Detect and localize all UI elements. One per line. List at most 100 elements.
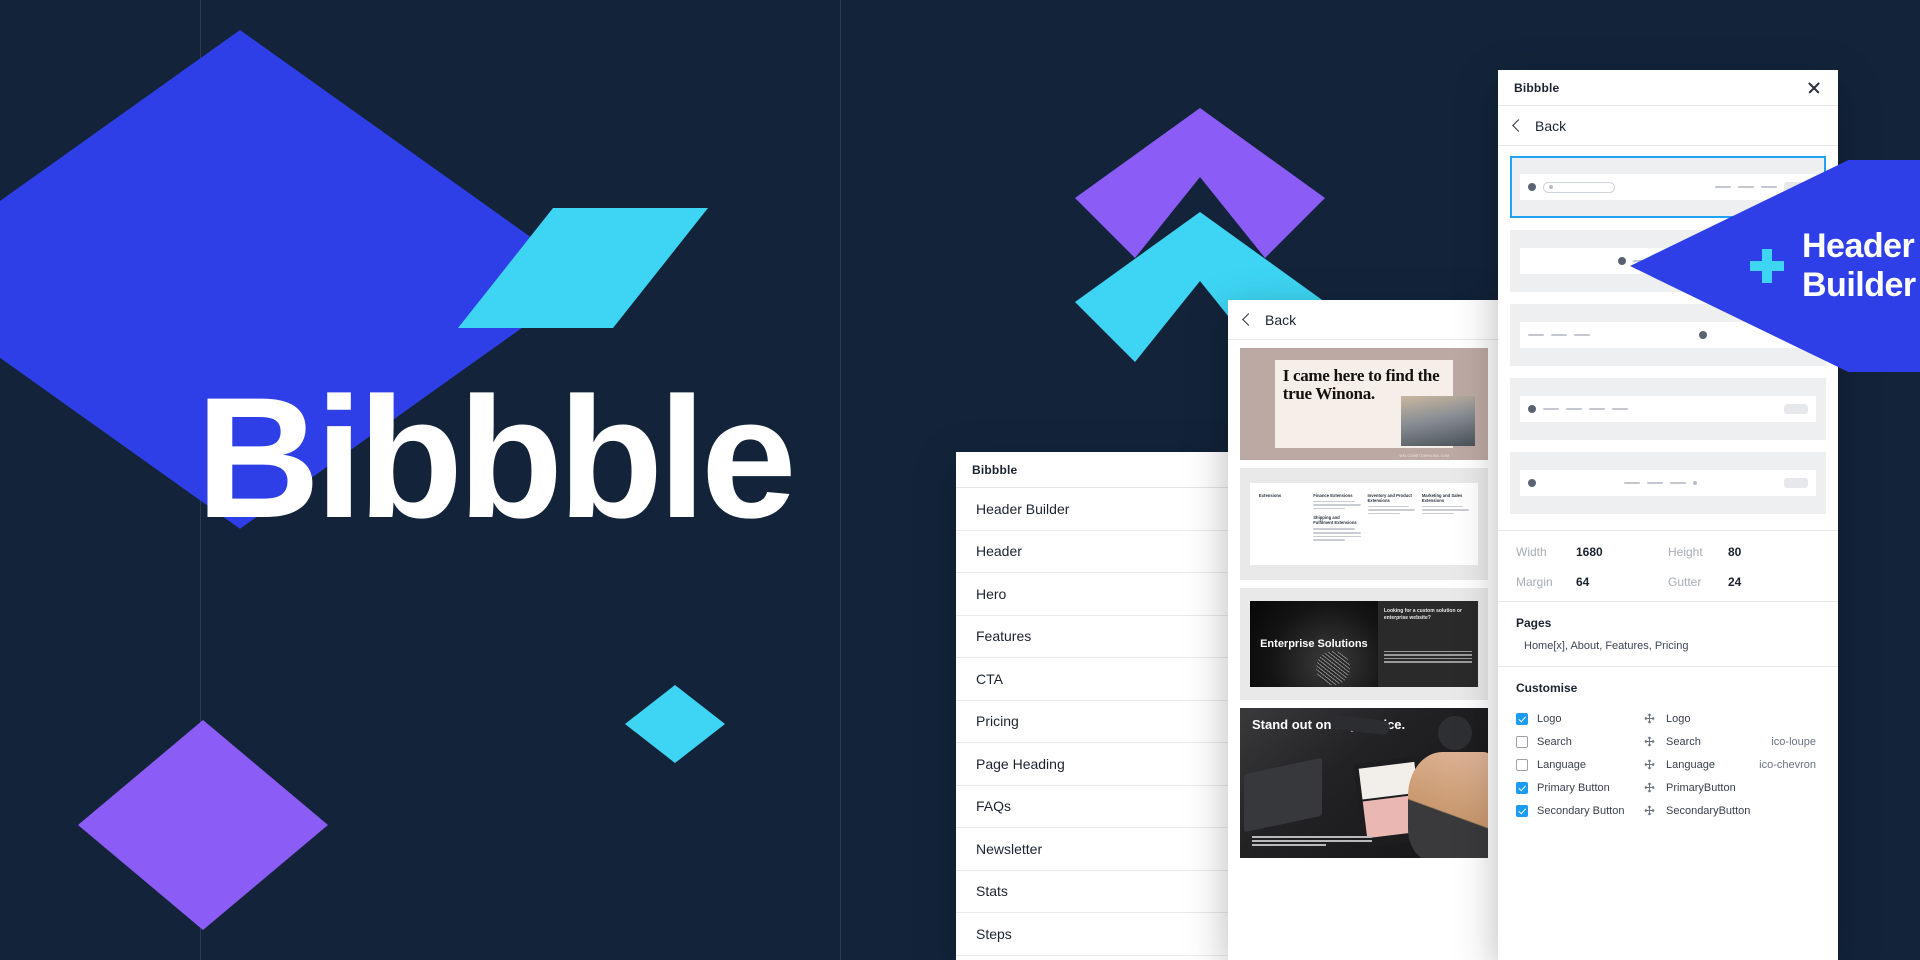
customise-icon-name[interactable]: ico-chevron	[1759, 759, 1820, 771]
screenshot-stage: Bibbble Bibbble Header Builder Header Hero…	[0, 0, 1920, 960]
winona-caption: WELCOMETOWINONA.COM	[1399, 453, 1450, 458]
button-placeholder-icon	[1784, 478, 1808, 488]
devices-hand-graphic	[1408, 752, 1488, 858]
customise-token[interactable]: Logo	[1666, 713, 1816, 725]
menu-item[interactable]: Hero	[956, 573, 1231, 616]
checkbox-icon[interactable]	[1516, 758, 1528, 771]
dimension-value[interactable]: 80	[1728, 545, 1741, 559]
checkbox-icon[interactable]	[1516, 712, 1528, 725]
builder-panel-title: Bibbble	[1514, 80, 1560, 95]
menu-item-label: Hero	[976, 585, 1007, 602]
move-icon[interactable]	[1644, 759, 1655, 770]
builder-back-button[interactable]: Back	[1498, 106, 1838, 146]
customise-label: Logo	[1537, 712, 1562, 725]
menu-item[interactable]: Stats	[956, 871, 1231, 913]
header-layout-option-4[interactable]	[1510, 378, 1826, 440]
extensions-heading: Extensions	[1258, 492, 1282, 498]
preview-card-enterprise[interactable]: Enterprise Solutions Looking for a custo…	[1240, 588, 1488, 700]
menu-item[interactable]: CTA	[956, 658, 1231, 701]
menu-item[interactable]: Steps	[956, 913, 1231, 956]
dimension-value[interactable]: 24	[1728, 575, 1741, 589]
pages-title: Pages	[1516, 616, 1552, 630]
customise-toggle[interactable]: Language	[1516, 758, 1644, 771]
enterprise-sheet: Enterprise Solutions Looking for a custo…	[1249, 601, 1479, 687]
customise-toggle[interactable]: Primary Button	[1516, 781, 1644, 794]
customise-icon-name[interactable]: ico-loupe	[1771, 736, 1820, 748]
header-builder-banner-text: Header Builder	[1802, 227, 1916, 305]
logo-placeholder-icon	[1528, 183, 1536, 191]
banner-line-1: Header	[1802, 227, 1915, 266]
customise-label: Search	[1537, 735, 1572, 748]
move-icon[interactable]	[1644, 782, 1655, 793]
logo-placeholder-icon	[1528, 405, 1536, 413]
section-customise: Customise Logo Logo Search Search ico-loupe L…	[1498, 666, 1838, 832]
button-placeholder-icon	[1784, 404, 1808, 414]
customise-toggle[interactable]: Secondary Button	[1516, 804, 1644, 817]
header-layout-option-5[interactable]	[1510, 452, 1826, 514]
customise-row: Primary Button PrimaryButton	[1516, 776, 1820, 799]
enterprise-hero: Enterprise Solutions	[1249, 601, 1378, 687]
guide-line-right	[840, 0, 841, 960]
extensions-sheet: Extensions Finance Extensions Shipping a…	[1249, 482, 1479, 566]
move-icon[interactable]	[1644, 805, 1655, 816]
logo-placeholder-icon	[1618, 257, 1626, 265]
enterprise-sphere-graphic	[1315, 650, 1350, 685]
menu-item[interactable]: Features	[956, 616, 1231, 658]
enterprise-question: Looking for a custom solution or enterpr…	[1383, 608, 1462, 621]
customise-row: Logo Logo	[1516, 707, 1820, 730]
menu-item-label: Page Heading	[976, 755, 1065, 772]
menu-item[interactable]: Pricing	[956, 701, 1231, 743]
chevron-left-icon	[1512, 119, 1525, 132]
extensions-col-4-title: Shipping and Fulfilment Extensions	[1313, 515, 1357, 526]
customise-title: Customise	[1516, 681, 1578, 695]
dimension-field: Margin 64	[1516, 575, 1668, 589]
extensions-col-1: Finance Extensions Shipping and Fulfilme…	[1313, 493, 1361, 556]
menu-item[interactable]: Header Builder	[956, 488, 1231, 531]
preview-card-devices[interactable]: Stand out on any device.	[1240, 708, 1488, 858]
menu-item[interactable]: Header	[956, 531, 1231, 573]
dimension-value[interactable]: 1680	[1576, 545, 1603, 559]
menu-item-label: Features	[976, 628, 1032, 645]
preview-card-extensions[interactable]: Extensions Finance Extensions Shipping a…	[1240, 468, 1488, 580]
menu-item[interactable]: FAQs	[956, 786, 1231, 828]
preview-back-button[interactable]: Back	[1228, 300, 1500, 340]
preview-card-winona[interactable]: I came here to find the true Winona. WEL…	[1240, 348, 1488, 460]
section-dimensions: Width 1680 Height 80 Margin 64 Gutter 24	[1498, 530, 1838, 601]
preview-back-label: Back	[1265, 311, 1297, 328]
menu-item-label: Steps	[976, 925, 1012, 942]
preview-card-list[interactable]: I came here to find the true Winona. WEL…	[1228, 348, 1500, 858]
menu-item-label: Pricing	[976, 713, 1019, 730]
customise-label: Secondary Button	[1537, 804, 1625, 817]
menu-item[interactable]: Newsletter	[956, 828, 1231, 871]
customise-token[interactable]: SecondaryButton	[1666, 805, 1816, 817]
checkbox-icon[interactable]	[1516, 804, 1528, 817]
pages-value[interactable]: Home[x], About, Features, Pricing	[1516, 640, 1820, 652]
customise-token[interactable]: Language	[1666, 759, 1759, 771]
move-icon[interactable]	[1644, 736, 1655, 747]
extensions-col-3: Marketing and Sales Extensions	[1421, 493, 1470, 556]
move-icon[interactable]	[1644, 713, 1655, 724]
close-icon[interactable]	[1806, 80, 1822, 96]
extensions-col-2: Inventory and Product Extensions	[1367, 493, 1415, 556]
menu-panel-title: Bibbble	[972, 462, 1018, 477]
enterprise-body-lines	[1383, 650, 1473, 663]
menu-item[interactable]: Page Heading	[956, 743, 1231, 786]
enterprise-side: Looking for a custom solution or enterpr…	[1377, 601, 1479, 687]
devices-speaker-graphic	[1438, 716, 1472, 750]
checkbox-icon[interactable]	[1516, 735, 1528, 748]
menu-item-label: Stats	[976, 883, 1008, 900]
customise-token[interactable]: PrimaryButton	[1666, 782, 1816, 794]
menu-item-label: Newsletter	[976, 840, 1043, 857]
dimension-value[interactable]: 64	[1576, 575, 1589, 589]
winona-photo	[1401, 395, 1476, 446]
dimension-field: Gutter 24	[1668, 575, 1820, 589]
extensions-heading-col: Extensions	[1259, 493, 1306, 556]
devices-laptop-graphic	[1244, 757, 1322, 833]
customise-toggle[interactable]: Logo	[1516, 712, 1644, 725]
checkbox-icon[interactable]	[1516, 781, 1528, 794]
customise-token[interactable]: Search	[1666, 736, 1771, 748]
customise-toggle[interactable]: Search	[1516, 735, 1644, 748]
devices-caption-lines	[1252, 836, 1372, 848]
plus-icon	[1750, 249, 1784, 283]
dimension-field: Width 1680	[1516, 545, 1668, 559]
